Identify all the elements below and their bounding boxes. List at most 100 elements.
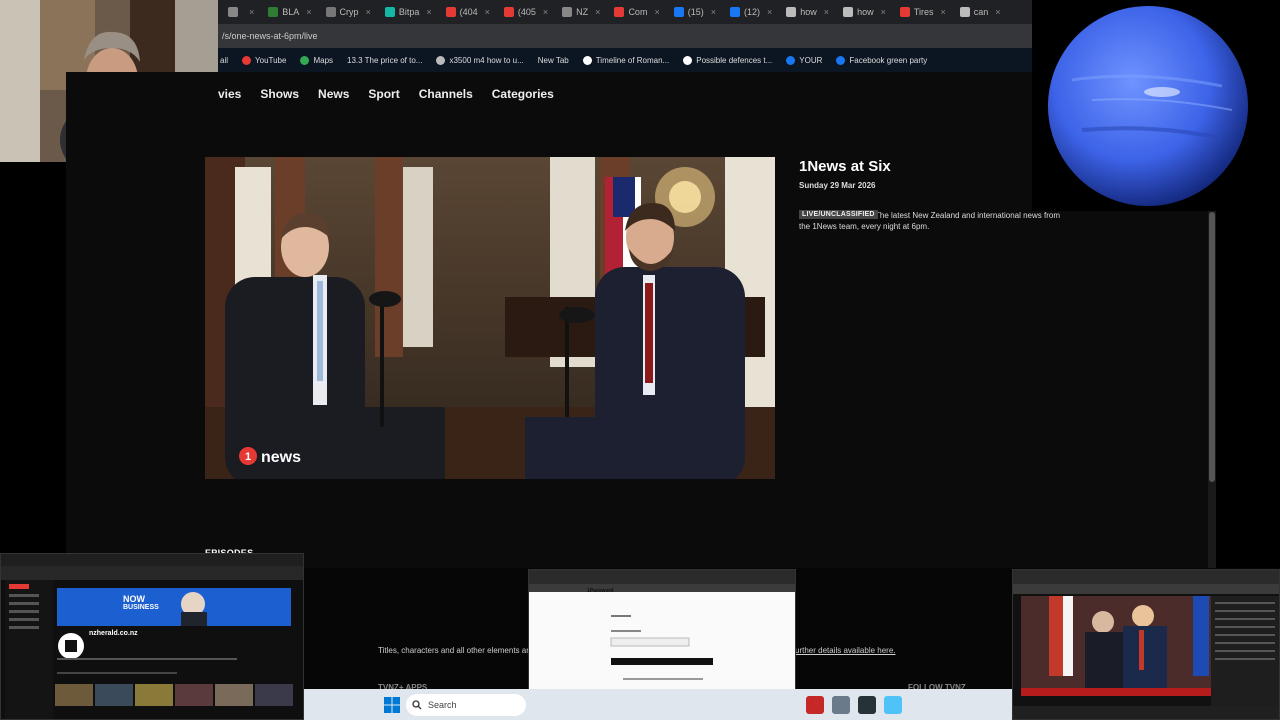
taskbar-app-icon[interactable] bbox=[858, 696, 876, 714]
browser-tab[interactable]: NZ × bbox=[556, 2, 606, 22]
bookmark-favicon-icon bbox=[582, 55, 592, 65]
tab-favicon-icon bbox=[325, 7, 336, 17]
tab-favicon-icon bbox=[673, 7, 684, 17]
nav-item[interactable]: Shows bbox=[260, 87, 299, 101]
bookmark-item[interactable]: Possible defences t... bbox=[683, 55, 773, 65]
tab-close-icon[interactable]: × bbox=[249, 7, 254, 17]
nav-item[interactable]: News bbox=[318, 87, 349, 101]
browser-tab-strip: × BLA × Cryp × Bitpa × (404 × (405 × NZ × Com × (15) × (1… bbox=[218, 0, 1032, 24]
bookmark-label: 13.3 The price of to... bbox=[347, 55, 423, 65]
tab-label: BLA bbox=[282, 7, 300, 17]
bookmark-label: Maps bbox=[313, 55, 334, 65]
youtube-thumbnail-image bbox=[1, 554, 303, 719]
bookmark-label: YOUR bbox=[799, 55, 823, 65]
browser-tab[interactable]: Tires × bbox=[894, 2, 952, 22]
tab-favicon-icon bbox=[899, 7, 910, 17]
tab-close-icon[interactable]: × bbox=[595, 7, 600, 17]
bookmark-label: ail bbox=[220, 55, 229, 65]
browser-tab[interactable]: (404 × bbox=[440, 2, 496, 22]
yt-banner-line1: NOW bbox=[123, 594, 145, 604]
browser-tab[interactable]: how × bbox=[837, 2, 892, 22]
browser-tab[interactable]: Bitpa × bbox=[379, 2, 438, 22]
browser-tab[interactable]: × bbox=[222, 2, 260, 22]
tab-label: Com bbox=[628, 7, 648, 17]
bookmark-favicon-icon bbox=[836, 55, 846, 65]
yt-banner-line2: BUSINESS bbox=[123, 604, 159, 611]
tab-close-icon[interactable]: × bbox=[426, 7, 431, 17]
bookmark-label: YouTube bbox=[255, 55, 287, 65]
bookmark-item[interactable]: New Tab bbox=[538, 56, 569, 65]
browser-tab[interactable]: Cryp × bbox=[320, 2, 377, 22]
footer-details-link[interactable]: urther details available here. bbox=[795, 646, 896, 655]
bookmark-item[interactable]: YouTube bbox=[242, 55, 287, 65]
browser-tab[interactable]: (405 × bbox=[498, 2, 554, 22]
window-thumbnail-youtube[interactable]: NOW BUSINESS nzherald.co.nz bbox=[0, 553, 304, 720]
bookmark-favicon-icon bbox=[683, 55, 693, 65]
yt-channel-name: nzherald.co.nz bbox=[89, 630, 138, 637]
tab-close-icon[interactable]: × bbox=[543, 7, 548, 17]
classification-badge: LIVE/UNCLASSIFIED bbox=[799, 210, 878, 219]
scrollbar-thumb[interactable] bbox=[1209, 212, 1215, 482]
browser-tab[interactable]: BLA × bbox=[262, 2, 317, 22]
browser-tab[interactable]: how × bbox=[780, 2, 835, 22]
bookmark-label: Possible defences t... bbox=[696, 55, 773, 65]
tab-favicon-icon bbox=[786, 7, 797, 17]
bookmark-item[interactable]: x3500 m4 how to u... bbox=[436, 55, 524, 65]
bookmark-item[interactable]: YOUR bbox=[786, 55, 823, 65]
browser-tab[interactable]: Com × bbox=[608, 2, 665, 22]
address-url[interactable]: /s/one-news-at-6pm/live bbox=[222, 31, 318, 41]
taskbar-app-icon[interactable] bbox=[806, 696, 824, 714]
address-bar[interactable]: /s/one-news-at-6pm/live bbox=[218, 24, 1032, 48]
tab-favicon-icon bbox=[268, 7, 279, 17]
nav-item[interactable]: vies bbox=[218, 87, 241, 101]
tab-favicon-icon bbox=[228, 7, 238, 17]
tab-close-icon[interactable]: × bbox=[767, 7, 772, 17]
browser-tab[interactable]: (12) × bbox=[724, 2, 778, 22]
tab-close-icon[interactable]: × bbox=[881, 7, 886, 17]
tab-label: how bbox=[857, 7, 874, 17]
show-date: Sunday 29 Mar 2026 bbox=[799, 181, 876, 190]
tab-close-icon[interactable]: × bbox=[485, 7, 490, 17]
video-player[interactable]: 1 news bbox=[205, 157, 775, 479]
bookmark-item[interactable]: Timeline of Roman... bbox=[582, 55, 669, 65]
video-frame: 1 news bbox=[205, 157, 775, 479]
window-thumbnail-news[interactable] bbox=[1012, 569, 1280, 720]
show-title: 1News at Six bbox=[799, 158, 891, 175]
settings-gear-icon[interactable] bbox=[832, 696, 850, 714]
bookmark-favicon-icon bbox=[242, 55, 252, 65]
tab-favicon-icon bbox=[562, 7, 573, 17]
windows-start-icon[interactable] bbox=[384, 697, 400, 713]
tab-favicon-icon bbox=[730, 7, 740, 17]
bookmark-favicon-icon bbox=[300, 55, 310, 65]
taskbar-search[interactable]: Search bbox=[406, 694, 526, 716]
browser-tab[interactable]: (15) × bbox=[668, 2, 722, 22]
news-thumbnail-image bbox=[1013, 570, 1279, 719]
tab-label: (405 bbox=[517, 7, 536, 17]
tab-favicon-icon bbox=[843, 7, 854, 17]
bookmark-item[interactable]: ail bbox=[220, 56, 228, 65]
bookmark-item[interactable]: Maps bbox=[300, 55, 334, 65]
tab-close-icon[interactable]: × bbox=[654, 7, 659, 17]
tab-favicon-icon bbox=[614, 7, 625, 17]
bookmark-favicon-icon bbox=[786, 55, 796, 65]
bookmark-item[interactable]: Facebook green party bbox=[836, 55, 927, 65]
tab-label: (404 bbox=[459, 7, 478, 17]
bookmark-item[interactable]: 13.3 The price of to... bbox=[347, 56, 422, 65]
tab-close-icon[interactable]: × bbox=[995, 7, 1000, 17]
browser-tab[interactable]: can × bbox=[954, 2, 1007, 22]
planet-overlay bbox=[1032, 0, 1280, 211]
tab-label: can bbox=[973, 7, 989, 17]
nav-item[interactable]: Sport bbox=[368, 87, 399, 101]
tab-close-icon[interactable]: × bbox=[366, 7, 371, 17]
tab-close-icon[interactable]: × bbox=[824, 7, 829, 17]
nav-item[interactable]: Categories bbox=[492, 87, 554, 101]
tab-close-icon[interactable]: × bbox=[306, 7, 311, 17]
tab-label: Cryp bbox=[339, 7, 359, 17]
tab-favicon-icon bbox=[503, 7, 514, 17]
tab-close-icon[interactable]: × bbox=[941, 7, 946, 17]
tab-close-icon[interactable]: × bbox=[711, 7, 716, 17]
taskbar-app-icon[interactable] bbox=[884, 696, 902, 714]
tab-favicon-icon bbox=[384, 7, 395, 17]
tab-label: Bitpa bbox=[398, 7, 420, 17]
nav-item[interactable]: Channels bbox=[419, 87, 473, 101]
